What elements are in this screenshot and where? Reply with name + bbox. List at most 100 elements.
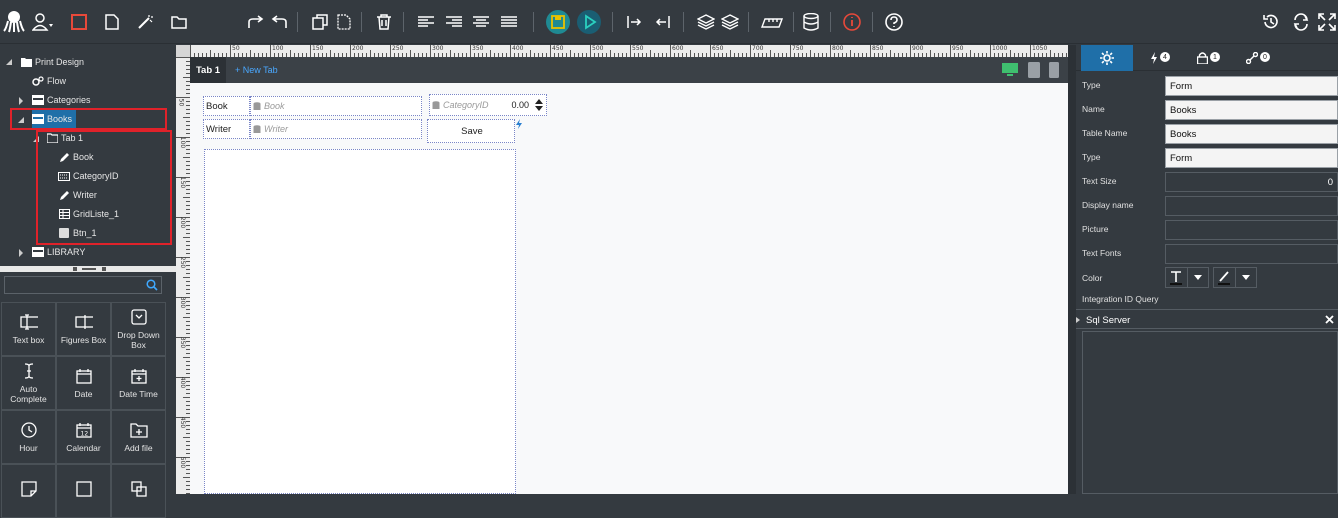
tool-auto-complete[interactable]: Auto Complete (1, 356, 56, 410)
ruler-corner (176, 45, 190, 57)
indent-left-icon[interactable] (651, 11, 673, 33)
indent-right-icon[interactable] (624, 11, 646, 33)
new-tab-button[interactable]: + New Tab (235, 65, 278, 75)
paste-icon[interactable] (333, 11, 355, 33)
prop-input[interactable] (1165, 220, 1338, 240)
ruler-icon[interactable] (759, 11, 785, 33)
history-icon[interactable] (1260, 11, 1282, 33)
book-input[interactable]: Book (250, 96, 422, 116)
database-icon (253, 124, 261, 133)
tool-note[interactable] (1, 464, 56, 518)
fullscreen-icon[interactable] (1316, 11, 1338, 33)
background-color-picker[interactable] (1213, 267, 1257, 288)
prop-input[interactable] (1165, 196, 1338, 216)
connections-tab[interactable]: 0 (1246, 52, 1270, 64)
save-button[interactable]: Save (427, 119, 515, 143)
prop-input[interactable]: Form (1165, 76, 1338, 96)
sql-server-header[interactable]: Sql Server (1076, 309, 1338, 329)
align-right-icon[interactable] (443, 11, 465, 33)
tab-1[interactable]: Tab 1 (190, 57, 226, 83)
settings-tab[interactable] (1081, 45, 1133, 71)
refresh-icon[interactable] (1290, 11, 1312, 33)
prop-input[interactable]: Form (1165, 148, 1338, 168)
tool-drop-down-box[interactable]: Drop Down Box (111, 302, 166, 356)
tool-figures-box[interactable]: Figures Box (56, 302, 111, 356)
desktop-view-icon[interactable] (1001, 62, 1019, 78)
ruler-label: 1000 (992, 45, 1008, 52)
play-icon[interactable] (576, 9, 602, 35)
expand-caret-icon[interactable] (17, 249, 25, 257)
events-tab[interactable]: 4 (1150, 52, 1170, 64)
prop-input[interactable] (1165, 244, 1338, 264)
textbox-icon (19, 313, 38, 331)
delete-icon[interactable] (373, 11, 395, 33)
tool-duplicate[interactable] (111, 464, 166, 518)
help-icon[interactable] (883, 11, 905, 33)
tool-label: Date Time (119, 389, 158, 399)
close-icon[interactable] (1325, 315, 1334, 324)
tree-item-categories[interactable]: Categories (32, 91, 91, 109)
writer-input[interactable]: Writer (250, 119, 422, 139)
tool-hour[interactable]: Hour (1, 410, 56, 464)
prop-input[interactable]: Books (1165, 124, 1338, 144)
layers-up-icon[interactable] (695, 11, 717, 33)
tree-item-library[interactable]: LIBRARY (32, 243, 85, 261)
ruler-label: 350 (179, 336, 187, 349)
cursor-text-icon (20, 362, 38, 380)
ruler-label: 700 (752, 45, 764, 52)
svg-text:12: 12 (80, 431, 88, 438)
expand-caret-icon[interactable] (17, 97, 25, 105)
tool-date[interactable]: Date (56, 356, 111, 410)
tool-label: Auto Complete (10, 384, 47, 404)
design-canvas[interactable]: Book Book CategoryID 0.00 Writer Writer … (190, 83, 1068, 494)
permissions-tab[interactable]: 1 (1197, 52, 1220, 64)
prop-input[interactable]: Books (1165, 100, 1338, 120)
info-icon[interactable] (841, 11, 863, 33)
prop-input[interactable]: 0 (1165, 172, 1338, 192)
tool-calendar[interactable]: 12 Calendar (56, 410, 111, 464)
mobile-view-icon[interactable] (1049, 62, 1059, 78)
copy-icon[interactable] (309, 11, 331, 33)
sql-query-editor[interactable] (1082, 331, 1338, 494)
table-icon (32, 94, 44, 106)
panel-splitter[interactable] (0, 266, 176, 272)
align-left-icon[interactable] (415, 11, 437, 33)
tool-search-input[interactable] (4, 276, 162, 294)
ruler-label: 450 (179, 416, 187, 429)
layers-down-icon[interactable] (719, 11, 741, 33)
square-icon[interactable] (68, 11, 90, 33)
tool-date-time[interactable]: Date Time (111, 356, 166, 410)
spinner-arrows-icon[interactable] (535, 99, 543, 111)
clock-icon (20, 421, 38, 439)
tree-item-flow[interactable]: Flow (32, 72, 66, 90)
folder-icon[interactable] (168, 11, 190, 33)
save-icon[interactable] (545, 9, 571, 35)
ruler-label: 250 (392, 45, 404, 52)
tool-label: Text box (12, 335, 45, 345)
tool-label: Add file (124, 443, 153, 453)
categoryid-stepper[interactable]: CategoryID 0.00 (429, 94, 547, 116)
tool-text-box[interactable]: Text box (1, 302, 56, 356)
prop-label: Display name (1082, 200, 1134, 210)
file-icon[interactable] (101, 11, 123, 33)
chevron-down-icon (1234, 268, 1256, 287)
collapse-caret-icon[interactable] (5, 58, 13, 66)
tree-item-print-design[interactable]: Print Design (20, 53, 84, 71)
align-center-icon[interactable] (470, 11, 492, 33)
ruler-label: 250 (179, 256, 187, 269)
search-icon[interactable] (146, 279, 158, 291)
grid-list[interactable] (204, 149, 516, 494)
tool-square-outline[interactable] (56, 464, 111, 518)
database-icon[interactable] (800, 11, 822, 33)
align-justify-icon[interactable] (498, 11, 520, 33)
redo-icon[interactable] (245, 11, 267, 33)
ruler-label: 450 (552, 45, 564, 52)
tablet-view-icon[interactable] (1028, 62, 1040, 78)
undo-icon[interactable] (268, 11, 290, 33)
lightning-icon (515, 119, 523, 129)
user-icon[interactable] (32, 11, 54, 33)
selection-highlight (10, 108, 167, 130)
text-color-picker[interactable] (1165, 267, 1209, 288)
tool-add-file[interactable]: Add file (111, 410, 166, 464)
magic-wand-icon[interactable] (134, 11, 156, 33)
